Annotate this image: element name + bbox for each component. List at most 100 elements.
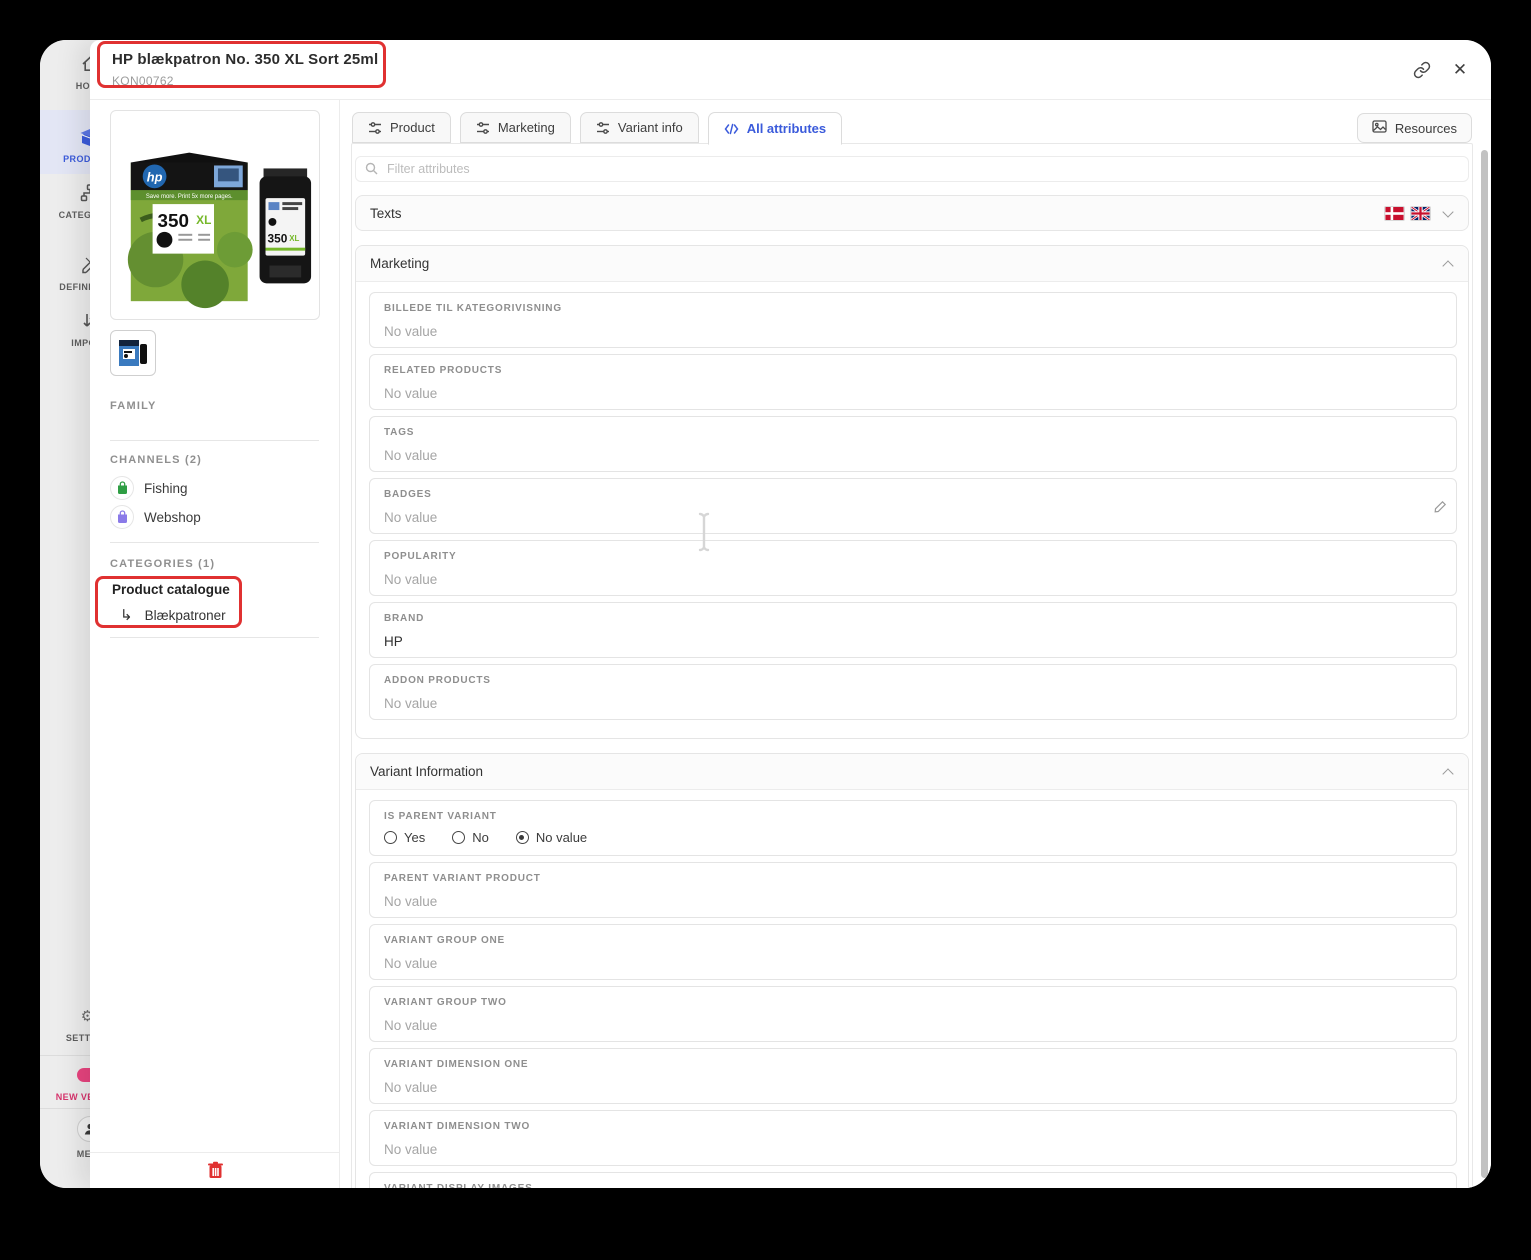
divider (110, 637, 319, 638)
attribute-field[interactable]: BRAND HP (369, 602, 1457, 658)
edit-pencil-icon[interactable] (1429, 495, 1451, 517)
attribute-value: No value (384, 1080, 438, 1095)
danish-flag-icon[interactable] (1384, 205, 1405, 221)
product-image[interactable]: hp Save more. Print 5x more pages. 350 X… (110, 110, 320, 320)
attribute-value: No value (384, 1018, 438, 1033)
attribute-field[interactable]: VARIANT DIMENSION ONE No value (369, 1048, 1457, 1104)
channel-item-webshop[interactable]: Webshop (110, 505, 201, 529)
locale-flags (1384, 205, 1454, 221)
tab-product[interactable]: Product (352, 112, 451, 143)
attribute-field[interactable]: VARIANT GROUP ONE No value (369, 924, 1457, 980)
tab-marketing[interactable]: Marketing (459, 112, 571, 143)
radio-icon (384, 831, 397, 844)
attribute-field[interactable]: PARENT VARIANT PRODUCT No value (369, 862, 1457, 918)
category-root[interactable]: Product catalogue (112, 582, 230, 597)
svg-text:hp: hp (147, 169, 163, 184)
svg-text:XL: XL (196, 213, 211, 227)
attribute-field[interactable]: ADDON PRODUCTS No value (369, 664, 1457, 720)
branch-arrow-icon: ↳ (120, 607, 133, 624)
category-child-item[interactable]: ↳ Blækpatroner (120, 606, 226, 624)
close-icon[interactable]: ✕ (1447, 57, 1473, 83)
attributes-panel: Texts Marketing BI (351, 143, 1473, 1188)
svg-text:350: 350 (267, 232, 287, 246)
section-variant-information: Variant Information IS PARENT VARIANT Ye… (355, 753, 1469, 1188)
channel-name: Webshop (144, 509, 201, 525)
tabs-row: Product Marketing Variant info All attri… (352, 112, 843, 145)
attribute-label: VARIANT DISPLAY IMAGES (384, 1183, 1442, 1188)
section-header[interactable]: Variant Information (356, 754, 1468, 790)
resources-label: Resources (1394, 120, 1457, 136)
attribute-value: No value (384, 572, 438, 587)
attribute-label: BRAND (384, 613, 425, 624)
attribute-value: No value (384, 324, 438, 339)
attribute-label: BADGES (384, 489, 432, 500)
channels-label: CHANNELS (2) (110, 454, 203, 466)
link-icon[interactable] (1409, 57, 1435, 83)
family-label: FAMILY (110, 400, 157, 412)
radio-option-no[interactable]: No (452, 830, 489, 845)
channel-item-fishing[interactable]: Fishing (110, 476, 188, 500)
attribute-field[interactable]: BADGES No value (369, 478, 1457, 534)
attribute-value: No value (384, 696, 438, 711)
svg-text:Save more. Print 5x more pages: Save more. Print 5x more pages. (146, 194, 233, 200)
chevron-up-icon[interactable] (1442, 767, 1454, 780)
attribute-label: IS PARENT VARIANT (384, 811, 497, 822)
section-title: Marketing (370, 256, 430, 271)
attribute-field[interactable]: POPULARITY No value (369, 540, 1457, 596)
image-icon (1372, 120, 1387, 136)
tab-label: Marketing (497, 120, 555, 135)
product-title: HP blækpatron No. 350 XL Sort 25ml (112, 51, 379, 68)
attribute-field[interactable]: TAGS No value (369, 416, 1457, 472)
attribute-label: TAGS (384, 427, 415, 438)
categories-label: CATEGORIES (1) (110, 558, 216, 570)
tab-all-attributes[interactable]: All attributes (707, 112, 843, 145)
attribute-label: RELATED PRODUCTS (384, 365, 503, 376)
chevron-up-icon[interactable] (1442, 259, 1454, 272)
resources-button[interactable]: Resources (1356, 113, 1472, 143)
product-thumbnail[interactable] (110, 330, 156, 376)
product-detail-modal: HP blækpatron No. 350 XL Sort 25ml KON00… (90, 40, 1491, 1188)
filter-attributes-input[interactable] (355, 156, 1469, 182)
attribute-value: No value (384, 448, 438, 463)
sliders-icon (368, 121, 382, 135)
tab-label: All attributes (746, 121, 827, 136)
attribute-value: No value (384, 510, 438, 525)
section-title: Variant Information (370, 764, 484, 779)
attribute-field[interactable]: VARIANT DIMENSION TWO No value (369, 1110, 1457, 1166)
attribute-value: No value (384, 1142, 438, 1157)
radio-option-yes[interactable]: Yes (384, 830, 425, 845)
attribute-field[interactable]: IS PARENT VARIANT Yes No No value (369, 800, 1457, 856)
attributes-main-area: Product Marketing Variant info All attri… (340, 100, 1491, 1188)
attribute-field[interactable]: VARIANT DISPLAY IMAGES (369, 1172, 1457, 1188)
divider (110, 440, 319, 441)
category-child-name: Blækpatroner (144, 607, 226, 623)
modal-left-panel: hp Save more. Print 5x more pages. 350 X… (90, 100, 340, 1188)
modal-header: HP blækpatron No. 350 XL Sort 25ml KON00… (90, 40, 1491, 100)
attribute-field[interactable]: RELATED PRODUCTS No value (369, 354, 1457, 410)
tab-variant-info[interactable]: Variant info (579, 112, 699, 143)
attribute-field[interactable]: VARIANT GROUP TWO No value (369, 986, 1457, 1042)
radio-option-novalue[interactable]: No value (515, 830, 587, 845)
svg-text:XL: XL (289, 234, 299, 243)
section-header[interactable]: Marketing (356, 246, 1468, 282)
radio-label: No (472, 830, 489, 845)
section-texts[interactable]: Texts (355, 195, 1469, 231)
divider (90, 1152, 339, 1153)
shopping-bag-icon (110, 505, 134, 529)
trash-icon[interactable] (203, 1158, 227, 1182)
uk-flag-icon[interactable] (1410, 205, 1431, 221)
tab-label: Product (390, 120, 435, 135)
attribute-label: VARIANT GROUP ONE (384, 935, 506, 946)
app-window: HOME PRODUCTS CATEGORIES DEFINITIONS IMP… (40, 40, 1491, 1188)
attribute-label: POPULARITY (384, 551, 457, 562)
sliders-icon (476, 121, 490, 135)
divider (110, 542, 319, 543)
section-body: BILLEDE TIL KATEGORIVISNING No value REL… (356, 282, 1468, 738)
attribute-value: HP (384, 634, 403, 649)
scrollbar[interactable] (1481, 150, 1488, 1178)
attribute-field[interactable]: BILLEDE TIL KATEGORIVISNING No value (369, 292, 1457, 348)
attribute-value: No value (384, 956, 438, 971)
chevron-down-icon[interactable] (1442, 206, 1454, 218)
attribute-label: ADDON PRODUCTS (384, 675, 491, 686)
attribute-label: VARIANT GROUP TWO (384, 997, 507, 1008)
